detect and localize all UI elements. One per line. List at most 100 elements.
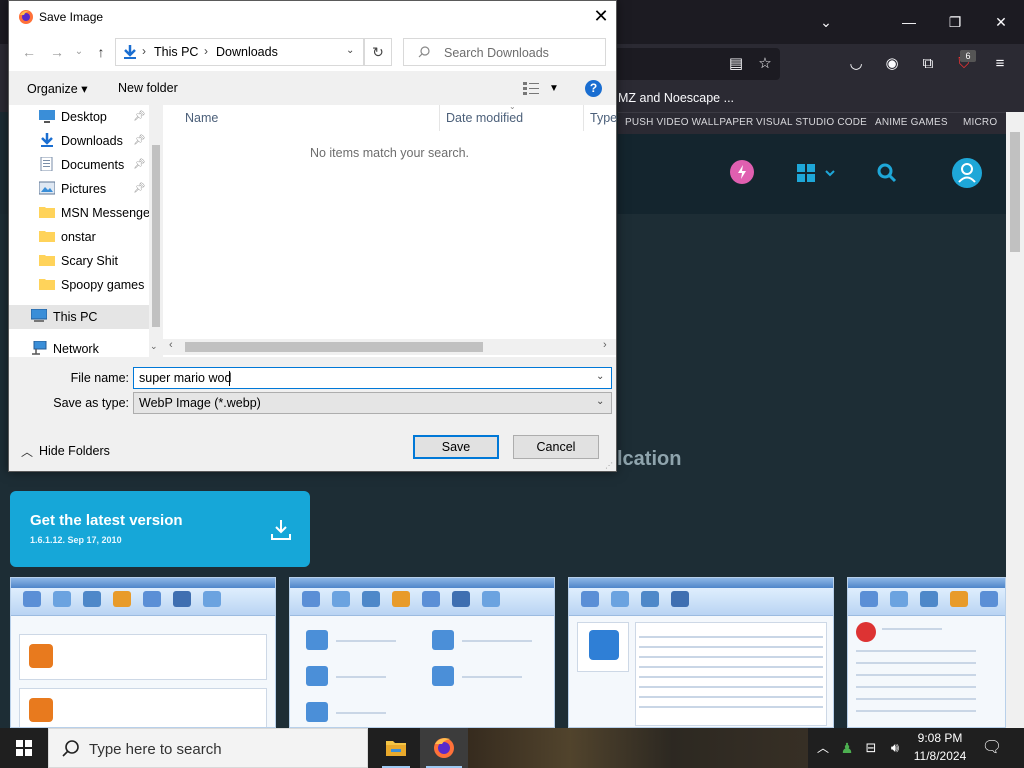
column-header-date-modified[interactable]: Date modified (446, 111, 523, 133)
sidebar-item-pictures[interactable]: Pictures 📌︎ (9, 177, 149, 201)
account-icon[interactable]: ◉ (882, 54, 902, 74)
refresh-button[interactable]: ↻ (364, 38, 392, 66)
sidebar-item-desktop[interactable]: Desktop 📌︎ (9, 105, 149, 129)
dialog-titlebar: Save Image ✕ (9, 1, 616, 33)
people-icon[interactable]: ♟ (836, 728, 858, 768)
save-as-type-select[interactable]: WebP Image (*.webp) ⌄ (133, 392, 612, 414)
chevron-up-icon: ︿ (21, 445, 34, 459)
dialog-close-button[interactable]: ✕ (587, 5, 615, 29)
up-arrow-icon[interactable]: ↑ (91, 43, 111, 61)
tab-list-icon[interactable]: ⌄ (814, 10, 838, 34)
volume-icon[interactable]: 🔊︎ (884, 728, 906, 768)
reader-view-icon[interactable]: ▤ (726, 54, 746, 74)
scroll-right-icon[interactable]: › (603, 339, 607, 351)
file-list-horizontal-scrollbar[interactable]: ‹ › (163, 339, 616, 355)
close-window-button[interactable]: ✕ (989, 10, 1013, 34)
page-scrollbar[interactable] (1006, 112, 1024, 728)
folder-icon (39, 205, 55, 219)
help-icon[interactable]: ? (585, 80, 602, 97)
sidebar-item-label: Documents (61, 158, 125, 172)
sidebar-item-documents[interactable]: Documents 📌︎ (9, 153, 149, 177)
tab-title[interactable]: MZ and Noescape ... (618, 91, 734, 105)
scroll-down-icon[interactable]: ⌄ (150, 341, 158, 352)
breadcrumb-this-pc[interactable]: This PC (154, 45, 198, 59)
network-icon (31, 340, 47, 355)
column-header-type[interactable]: Type (590, 111, 617, 133)
page-heading: lcation (617, 448, 682, 470)
forward-arrow-icon[interactable]: → (47, 43, 67, 61)
back-arrow-icon[interactable]: ← (19, 43, 39, 61)
extensions-icon[interactable]: ⧉ (918, 54, 938, 74)
file-name-value: super mario wod (139, 371, 232, 385)
deals-icon[interactable] (730, 160, 754, 184)
notifications-icon[interactable]: 🗨︎ (980, 728, 1004, 768)
show-hidden-icons-chevron-icon[interactable]: ︿ (814, 728, 832, 768)
file-name-label: File name: (70, 371, 129, 385)
hide-folders-label: Hide Folders (39, 444, 110, 458)
sidebar-item-label: MSN Messenger (61, 206, 155, 220)
taskbar-search-input[interactable]: Type here to search (48, 728, 368, 768)
folder-icon (39, 229, 55, 243)
sidebar-item-label: Downloads (61, 134, 123, 148)
cancel-button[interactable]: Cancel (513, 435, 599, 459)
screenshot-thumbnail[interactable] (568, 577, 834, 728)
file-name-input[interactable]: super mario wod ⌄ (133, 367, 612, 389)
column-divider[interactable] (439, 105, 440, 131)
sidebar-item-onstar[interactable]: onstar (9, 225, 149, 249)
sidebar-item-spoopy-games[interactable]: Spoopy games (9, 273, 149, 297)
pocket-icon[interactable]: ◡ (846, 54, 866, 74)
start-button[interactable] (0, 728, 48, 768)
search-placeholder: Search Downloads (444, 46, 549, 60)
bookmark-item[interactable]: MICRO (963, 117, 997, 128)
search-downloads-input[interactable]: Search Downloads (403, 38, 606, 66)
navigation-pane-scrollbar[interactable]: ⌄ (149, 105, 163, 357)
file-explorer-taskbar-icon[interactable] (372, 728, 420, 768)
recent-locations-icon[interactable]: ⌄ (69, 43, 89, 61)
site-search-icon[interactable] (876, 162, 898, 184)
pin-icon: 📌︎ (133, 159, 146, 170)
sidebar-item-scary-shit[interactable]: Scary Shit (9, 249, 149, 273)
bookmark-item[interactable]: VISUAL STUDIO CODE (756, 117, 867, 128)
clock-date[interactable]: 11/8/2024 (912, 749, 968, 763)
firefox-taskbar-icon[interactable] (420, 728, 468, 768)
bookmark-item[interactable]: ANIME GAMES (875, 117, 948, 128)
address-bar[interactable]: › This PC › Downloads ⌄ (115, 38, 364, 66)
menu-icon[interactable]: ≡ (990, 54, 1010, 74)
taskbar-background-art (468, 728, 808, 768)
screenshot-thumbnail[interactable] (847, 577, 1006, 728)
minimize-button[interactable]: — (897, 10, 921, 34)
get-latest-version-button[interactable]: Get the latest version 1.6.1.12. Sep 17,… (10, 491, 310, 567)
view-dropdown-icon[interactable]: ▼ (549, 83, 559, 94)
screenshot-thumbnail[interactable] (289, 577, 555, 728)
desktop-icon (39, 109, 55, 123)
navigation-bar: ← → ⌄ ↑ › This PC › Downloads ⌄ ↻ Search… (9, 33, 616, 71)
sidebar-item-this-pc[interactable]: This PC (9, 305, 149, 329)
restore-button[interactable]: ❐ (943, 10, 967, 34)
screenshot-thumbnail[interactable] (10, 577, 276, 728)
user-account-icon[interactable] (952, 158, 982, 188)
bookmark-star-icon[interactable]: ☆ (755, 54, 775, 74)
address-dropdown-icon[interactable]: ⌄ (346, 45, 354, 56)
organize-button[interactable]: Organize ▾ (27, 81, 87, 96)
bookmark-item[interactable]: PUSH VIDEO WALLPAPER (625, 117, 753, 128)
column-header-name[interactable]: Name (185, 111, 218, 133)
sidebar-item-label: Pictures (61, 182, 107, 196)
save-as-type-label: Save as type: (53, 396, 129, 410)
save-button[interactable]: Save (413, 435, 499, 459)
view-options-icon[interactable] (523, 81, 541, 95)
network-tray-icon[interactable]: ⊟ (860, 728, 882, 768)
windows-platform-icon[interactable] (796, 163, 836, 183)
breadcrumb-downloads[interactable]: Downloads (216, 45, 278, 59)
sidebar-item-downloads[interactable]: Downloads 📌︎ (9, 129, 149, 153)
sidebar-item-label: Desktop (61, 110, 107, 124)
taskbar: Type here to search ︿ ♟ ⊟ 🔊︎ 9:08 PM 11/… (0, 728, 1024, 768)
file-name-dropdown-icon[interactable]: ⌄ (596, 371, 604, 382)
scroll-left-icon[interactable]: ‹ (169, 339, 173, 351)
column-divider[interactable] (583, 105, 584, 131)
dialog-title: Save Image (39, 10, 104, 24)
clock-time[interactable]: 9:08 PM (912, 731, 968, 745)
sidebar-item-msn-messenger[interactable]: MSN Messenger (9, 201, 154, 225)
new-folder-button[interactable]: New folder (118, 81, 178, 95)
sidebar-item-network[interactable]: Network (9, 337, 149, 357)
resize-grip-icon[interactable]: ⋰ (605, 461, 613, 470)
